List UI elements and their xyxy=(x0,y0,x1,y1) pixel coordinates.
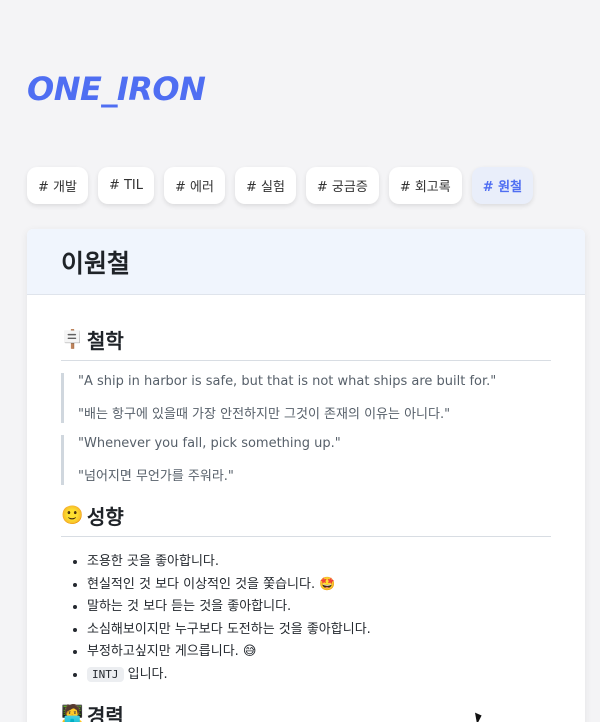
list-item: 조용한 곳을 좋아합니다. xyxy=(87,551,551,574)
list-item: 현실적인 것 보다 이상적인 것을 쫓습니다. 🤩 xyxy=(87,574,551,597)
signpost-icon: 🪧 xyxy=(61,329,84,350)
post-card: 이원철 🪧 철학 "A ship in harbor is safe, but … xyxy=(27,229,585,722)
section-philosophy-title: 철학 xyxy=(87,329,124,353)
quote-translation: "배는 항구에 있을때 가장 안전하지만 그것이 존재의 이유는 아니다." xyxy=(78,407,451,422)
post-title: 이원철 xyxy=(61,248,131,278)
quote-block: "Whenever you fall, pick something up." … xyxy=(61,435,551,485)
site-logo[interactable]: ONE_IRON xyxy=(27,70,206,108)
tag-dev[interactable]: # 개발 xyxy=(27,167,88,204)
section-philosophy: 🪧 철학 xyxy=(61,325,551,361)
tag-til[interactable]: # TIL xyxy=(97,167,154,204)
list-item: 말하는 것 보다 듣는 것을 좋아합니다. xyxy=(87,596,551,619)
tag-error[interactable]: # 에러 xyxy=(164,167,225,204)
quote-text: "Whenever you fall, pick something up." xyxy=(78,436,341,451)
tag-nav: # 개발 # TIL # 에러 # 실험 # 궁금증 # 회고록 # 원철 xyxy=(27,167,534,204)
quote-text: "A ship in harbor is safe, but that is n… xyxy=(78,374,497,389)
personality-list: 조용한 곳을 좋아합니다. 현실적인 것 보다 이상적인 것을 쫓습니다. 🤩 … xyxy=(61,551,551,686)
mbti-code: INTJ xyxy=(87,666,124,682)
smiling-face-icon: 🙂 xyxy=(61,505,84,526)
list-item: INTJ 입니다. xyxy=(87,664,551,687)
list-item: 소심해보이지만 누구보다 도전하는 것을 좋아합니다. xyxy=(87,619,551,642)
list-item: 부정하고싶지만 게으릅니다. 😅 xyxy=(87,641,551,664)
section-personality-title: 성향 xyxy=(87,505,124,529)
tag-experiment[interactable]: # 실험 xyxy=(234,167,296,204)
post-body: 🪧 철학 "A ship in harbor is safe, but that… xyxy=(27,295,585,722)
person-icon: 🧑‍💻 xyxy=(61,704,84,722)
tag-wonchul[interactable]: # 원철 xyxy=(471,167,534,204)
tag-retrospect[interactable]: # 회고록 xyxy=(388,167,462,204)
tag-curiosity[interactable]: # 궁금증 xyxy=(305,167,379,204)
section-career-title: 경력 xyxy=(87,704,124,722)
section-personality: 🙂 성향 xyxy=(61,501,551,537)
quote-block: "A ship in harbor is safe, but that is n… xyxy=(61,373,551,423)
mbti-suffix: 입니다. xyxy=(123,666,168,682)
quote-translation: "넘어지면 무언가를 주워라." xyxy=(78,469,234,484)
post-header: 이원철 xyxy=(27,229,585,295)
